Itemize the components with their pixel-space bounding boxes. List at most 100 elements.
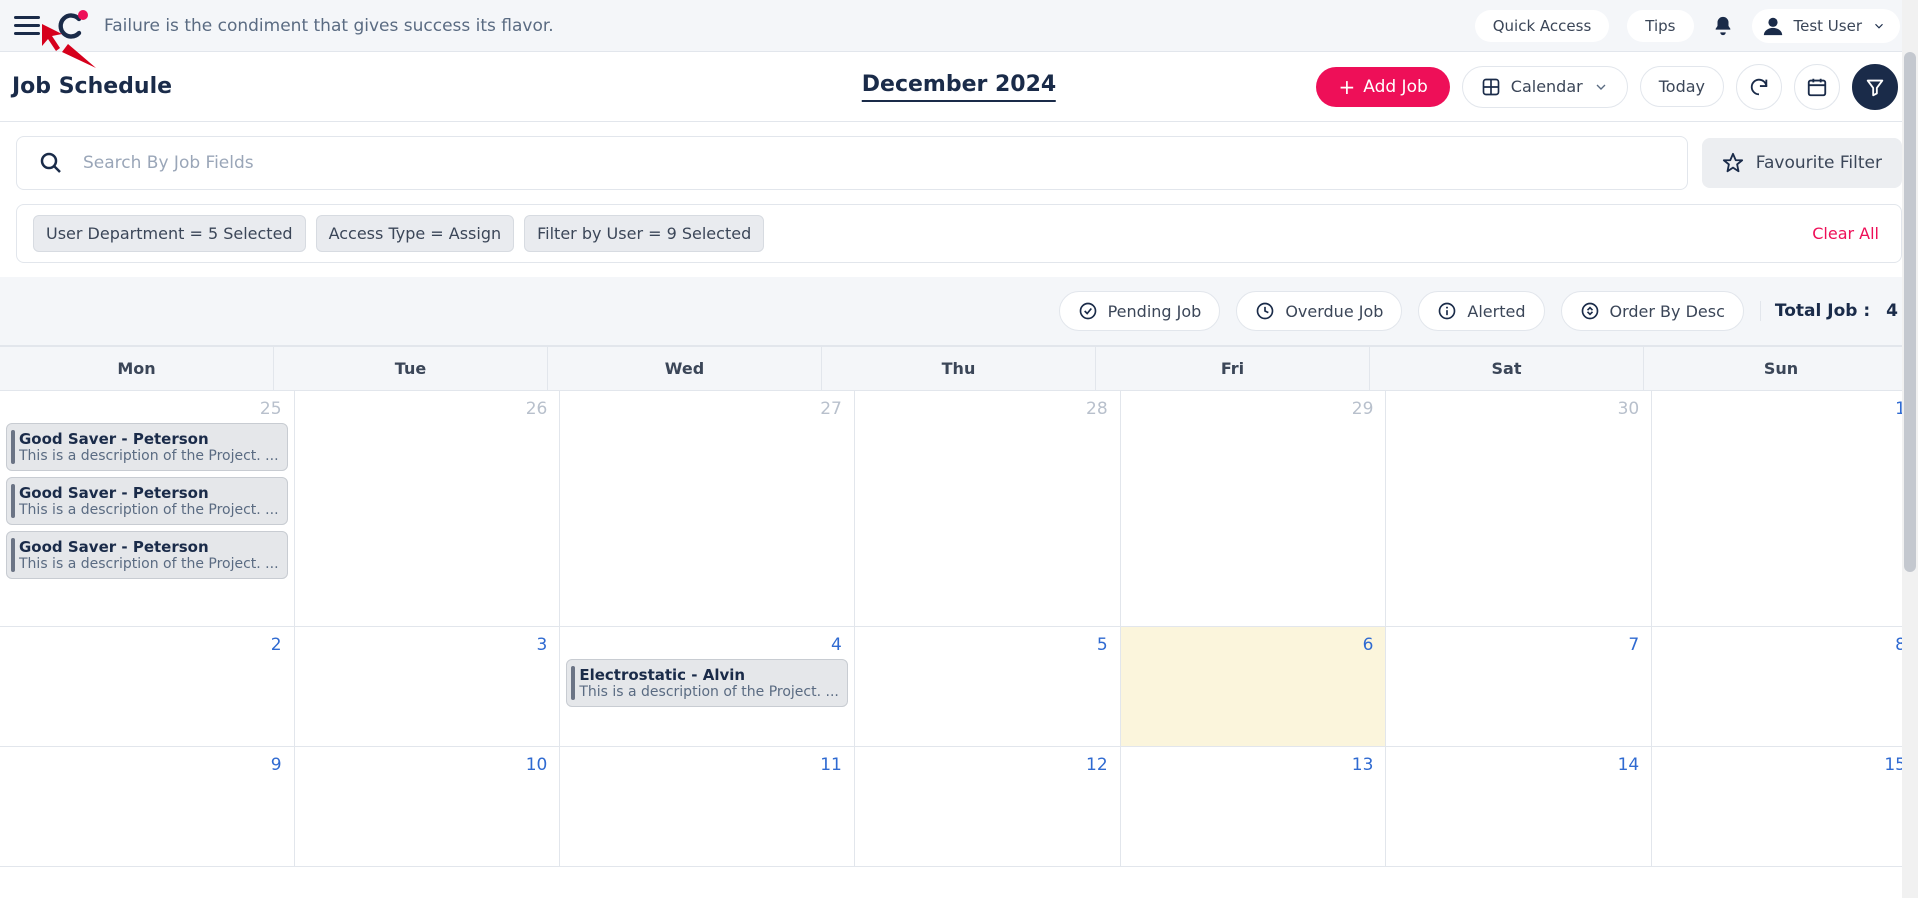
day-number: 8: [1658, 633, 1912, 659]
filter-button[interactable]: [1852, 64, 1898, 110]
job-card[interactable]: Good Saver - PetersonThis is a descripti…: [6, 477, 288, 525]
calendar-cell[interactable]: 30: [1386, 391, 1652, 627]
calendar-cell[interactable]: 13: [1121, 747, 1387, 867]
day-number: 1: [1658, 397, 1912, 423]
day-number: 4: [566, 633, 848, 659]
app-logo[interactable]: [58, 12, 86, 40]
favourite-filter-label: Favourite Filter: [1756, 153, 1882, 173]
clock-icon: [1255, 301, 1275, 321]
weekday-header: Sun: [1644, 347, 1918, 391]
calendar-cell[interactable]: 5: [855, 627, 1121, 747]
add-job-label: Add Job: [1363, 77, 1428, 97]
day-number: 28: [861, 397, 1114, 423]
day-number: 13: [1127, 753, 1380, 779]
calendar-cell[interactable]: 2: [0, 627, 295, 747]
order-by-button[interactable]: Order By Desc: [1561, 291, 1744, 331]
user-menu[interactable]: Test User: [1752, 9, 1901, 43]
job-card[interactable]: Good Saver - PetersonThis is a descripti…: [6, 531, 288, 579]
tips-button[interactable]: Tips: [1627, 10, 1693, 42]
day-number: 7: [1392, 633, 1645, 659]
day-number: 3: [301, 633, 554, 659]
search-input[interactable]: [81, 152, 1665, 174]
day-number: 10: [301, 753, 554, 779]
day-number: 25: [6, 397, 288, 423]
calendar-cell[interactable]: 9: [0, 747, 295, 867]
info-icon: [1437, 301, 1457, 321]
job-description: This is a description of the Project. ..…: [579, 684, 839, 700]
weekday-header: Wed: [548, 347, 822, 391]
day-number: 30: [1392, 397, 1645, 423]
calendar-cell[interactable]: 4Electrostatic - AlvinThis is a descript…: [560, 627, 855, 747]
filter-chip-access[interactable]: Access Type = Assign: [316, 215, 515, 252]
avatar-icon: [1762, 15, 1784, 37]
job-title: Good Saver - Peterson: [19, 484, 279, 502]
job-card[interactable]: Good Saver - PetersonThis is a descripti…: [6, 423, 288, 471]
calendar-cell[interactable]: 14: [1386, 747, 1652, 867]
day-number: 6: [1127, 633, 1380, 659]
notifications-icon[interactable]: [1712, 15, 1734, 37]
calendar-cell[interactable]: 26: [295, 391, 561, 627]
total-job-label: Total Job :: [1775, 301, 1870, 321]
search-icon: [39, 151, 63, 175]
grid-icon: [1481, 77, 1501, 97]
calendar-cell[interactable]: 3: [295, 627, 561, 747]
calendar-cell[interactable]: 10: [295, 747, 561, 867]
menu-button[interactable]: [14, 13, 40, 39]
month-title[interactable]: December 2024: [862, 72, 1056, 102]
overdue-job-button[interactable]: Overdue Job: [1236, 291, 1402, 331]
job-title: Good Saver - Peterson: [19, 430, 279, 448]
calendar-cell[interactable]: 1: [1652, 391, 1918, 627]
total-job-count: 4: [1886, 301, 1898, 321]
calendar-cell[interactable]: 29: [1121, 391, 1387, 627]
day-number: 5: [861, 633, 1114, 659]
weekday-header: Mon: [0, 347, 274, 391]
chevron-down-icon: [1872, 19, 1886, 33]
calendar-icon-button[interactable]: [1794, 64, 1840, 110]
job-description: This is a description of the Project. ..…: [19, 556, 279, 572]
scrollbar[interactable]: [1902, 0, 1918, 898]
overdue-job-label: Overdue Job: [1285, 302, 1383, 321]
view-mode-select[interactable]: Calendar: [1462, 66, 1628, 108]
calendar-cell[interactable]: 12: [855, 747, 1121, 867]
scrollbar-thumb[interactable]: [1904, 52, 1916, 572]
search-box[interactable]: [16, 136, 1688, 190]
filter-icon: [1864, 76, 1886, 98]
calendar-cell[interactable]: 27: [560, 391, 855, 627]
filter-chip-user[interactable]: Filter by User = 9 Selected: [524, 215, 764, 252]
day-number: 29: [1127, 397, 1380, 423]
star-icon: [1722, 152, 1744, 174]
clear-all-link[interactable]: Clear All: [1812, 224, 1885, 243]
chevron-down-icon: [1593, 79, 1609, 95]
weekday-header: Tue: [274, 347, 548, 391]
order-by-label: Order By Desc: [1610, 302, 1725, 321]
alerted-label: Alerted: [1467, 302, 1525, 321]
favourite-filter-button[interactable]: Favourite Filter: [1702, 138, 1902, 188]
calendar-cell[interactable]: 25Good Saver - PetersonThis is a descrip…: [0, 391, 295, 627]
calendar-cell[interactable]: 15: [1652, 747, 1918, 867]
day-number: 14: [1392, 753, 1645, 779]
calendar-cell[interactable]: 11: [560, 747, 855, 867]
add-job-button[interactable]: + Add Job: [1316, 67, 1449, 107]
job-description: This is a description of the Project. ..…: [19, 448, 279, 464]
calendar-cell[interactable]: 7: [1386, 627, 1652, 747]
alerted-button[interactable]: Alerted: [1418, 291, 1544, 331]
pending-job-button[interactable]: Pending Job: [1059, 291, 1221, 331]
day-number: 11: [566, 753, 848, 779]
user-name: Test User: [1794, 17, 1863, 35]
day-number: 26: [301, 397, 554, 423]
quick-access-button[interactable]: Quick Access: [1475, 10, 1610, 42]
job-title: Good Saver - Peterson: [19, 538, 279, 556]
calendar-cell[interactable]: 8: [1652, 627, 1918, 747]
job-card[interactable]: Electrostatic - AlvinThis is a descripti…: [566, 659, 848, 707]
view-mode-label: Calendar: [1511, 77, 1583, 96]
sort-icon: [1580, 301, 1600, 321]
calendar-cell[interactable]: 28: [855, 391, 1121, 627]
today-button[interactable]: Today: [1640, 66, 1724, 107]
calendar-cell[interactable]: 6: [1121, 627, 1387, 747]
filter-chip-department[interactable]: User Department = 5 Selected: [33, 215, 306, 252]
weekday-header: Sat: [1370, 347, 1644, 391]
today-label: Today: [1659, 77, 1705, 96]
plus-icon: +: [1338, 77, 1355, 97]
refresh-icon: [1748, 76, 1770, 98]
refresh-button[interactable]: [1736, 64, 1782, 110]
